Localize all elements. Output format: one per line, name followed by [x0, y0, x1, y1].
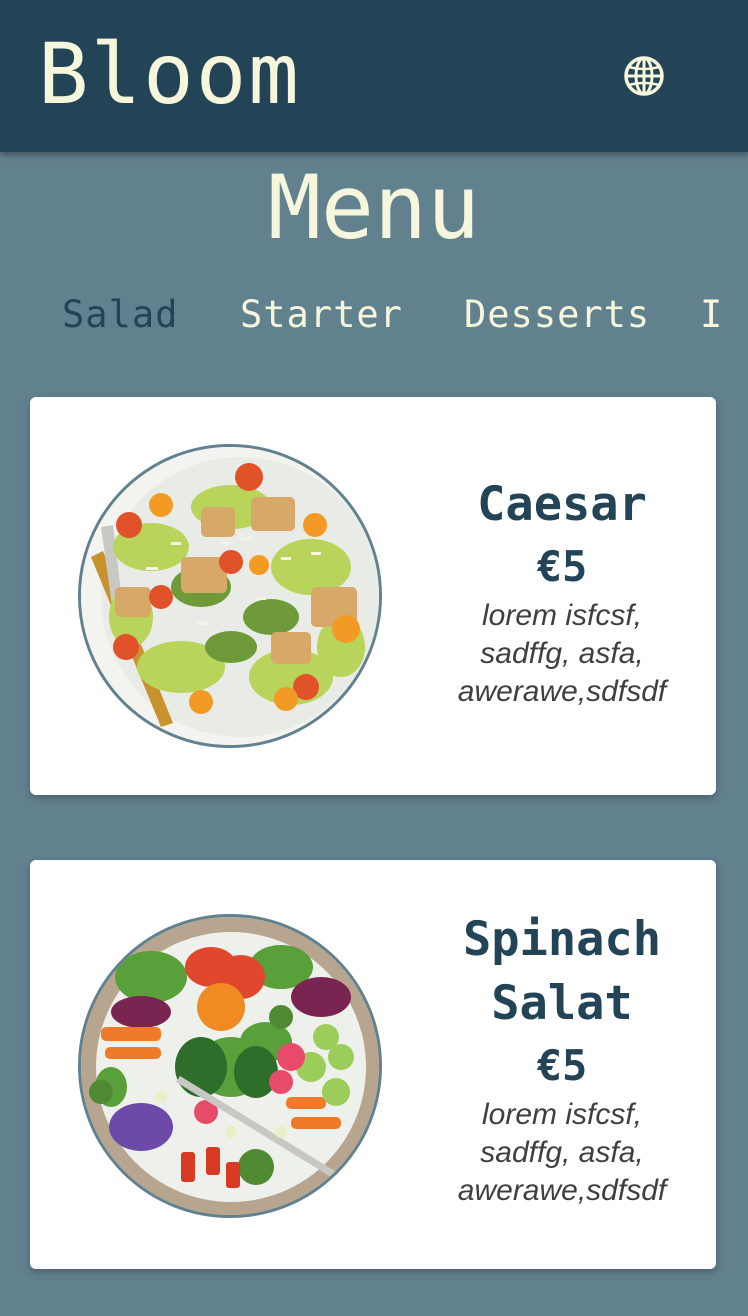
brand-logo[interactable]: Bloom	[38, 24, 301, 124]
menu-item-card[interactable]: Caesar €5 lorem isfcsf, sadffg, asfa, aw…	[30, 397, 716, 795]
menu-item-card[interactable]: Spinach Salat €5 lorem isfcsf, sadffg, a…	[30, 860, 716, 1269]
dish-description: lorem isfcsf, sadffg, asfa, awerawe,sdfs…	[457, 599, 667, 708]
app-header: Bloom	[0, 0, 748, 152]
dish-price: €5	[536, 1041, 588, 1090]
tab-starter[interactable]: Starter	[240, 290, 403, 340]
menu-item-info: Spinach Salat €5 lorem isfcsf, sadffg, a…	[412, 908, 712, 1210]
category-tabs: Salad Starter Desserts I	[0, 290, 748, 340]
globe-icon[interactable]	[623, 55, 665, 97]
spinach-salad-image	[78, 914, 382, 1218]
dish-price: €5	[536, 542, 588, 591]
dish-name: Caesar	[477, 477, 647, 532]
tab-next-category[interactable]: I	[700, 290, 723, 340]
tab-desserts[interactable]: Desserts	[464, 290, 650, 340]
caesar-salad-image	[78, 444, 382, 748]
dish-name-line-2: Salat	[491, 976, 633, 1031]
tab-salad[interactable]: Salad	[62, 290, 178, 340]
page-title: Menu	[268, 156, 480, 259]
menu-item-info: Caesar €5 lorem isfcsf, sadffg, asfa, aw…	[412, 473, 712, 711]
dish-description: lorem isfcsf, sadffg, asfa, awerawe,sdfs…	[457, 1098, 667, 1207]
dish-name-line-1: Spinach	[462, 912, 662, 967]
